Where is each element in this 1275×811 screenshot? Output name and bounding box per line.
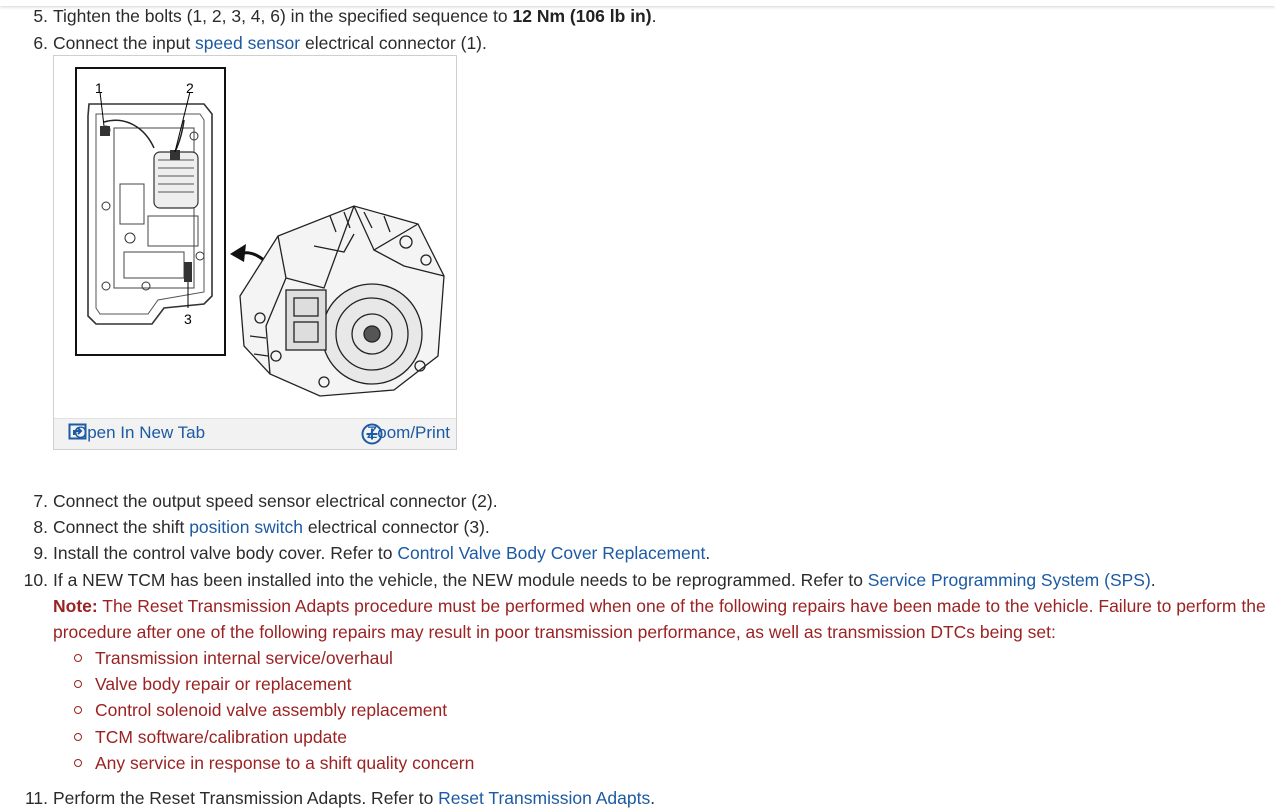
transmission-body <box>239 205 445 397</box>
step-text: Install the control valve body cover. Re… <box>53 543 398 563</box>
illustration-figure: 1 2 3 Open In New Tab Zoom/Print <box>53 55 457 450</box>
step-number: 5. <box>33 6 48 26</box>
step-text: Connect the input <box>53 33 196 53</box>
step-text-end: . <box>650 788 656 808</box>
repair-list: Transmission internal service/overhaul V… <box>72 645 474 776</box>
list-item-text: Valve body repair or replacement <box>95 674 352 695</box>
step-text: Connect the output speed sensor electric… <box>53 491 498 511</box>
torque-spec: 12 Nm (106 lb in) <box>512 6 652 26</box>
list-item-text: TCM software/calibration update <box>95 726 347 747</box>
speed-sensor-link[interactable]: speed sensor <box>195 33 300 53</box>
step-number: 6. <box>33 33 48 53</box>
control-valve-body-cover-link[interactable]: Control Valve Body Cover Replacement <box>397 543 705 563</box>
step-9: 9. Install the control valve body cover. … <box>0 540 710 566</box>
note-text: The Reset Transmission Adapts procedure … <box>53 596 1266 642</box>
transmission-illustration: 1 2 3 <box>75 67 445 397</box>
step-7: 7. Connect the output speed sensor electr… <box>0 488 498 514</box>
callout-3: 3 <box>184 311 192 327</box>
figure-footer: Open In New Tab Zoom/Print <box>54 418 456 449</box>
list-item-text: Transmission internal service/overhaul <box>95 648 393 669</box>
list-item-text: Control solenoid valve assembly replacem… <box>95 700 448 721</box>
step-number: 8. <box>33 517 48 537</box>
reset-transmission-adapts-link[interactable]: Reset Transmission Adapts <box>438 788 650 808</box>
open-in-new-tab-button[interactable]: Open In New Tab <box>68 423 205 443</box>
step-text-end: . <box>705 543 711 563</box>
step-6: 6. Connect the input speed sensor electri… <box>0 30 487 56</box>
callout-1: 1 <box>95 80 103 96</box>
step-8: 8. Connect the shift position switch elec… <box>0 514 490 540</box>
list-item-text: Any service in response to a shift quali… <box>95 752 475 773</box>
step-number: 7. <box>33 491 48 511</box>
bullet-icon <box>74 706 82 715</box>
bullet-icon <box>74 758 82 767</box>
list-item: Valve body repair or replacement <box>72 671 474 697</box>
step-11: 11. Perform the Reset Transmission Adapts… <box>0 785 655 811</box>
open-in-new-tab-label: Open In New Tab <box>74 423 206 442</box>
step-text: Tighten the bolts (1, 2, 3, 4, 6) in the… <box>53 6 513 26</box>
step-number: 9. <box>33 543 48 563</box>
callout-2: 2 <box>186 80 194 96</box>
bullet-icon <box>74 654 82 663</box>
bullet-icon <box>74 680 82 689</box>
bullet-icon <box>74 732 82 741</box>
step-text: If a NEW TCM has been installed into the… <box>53 570 868 590</box>
step-text-end: . <box>651 6 657 26</box>
list-item: Any service in response to a shift quali… <box>72 750 474 776</box>
step-text: Connect the shift <box>53 517 190 537</box>
zoom-print-button[interactable]: Zoom/Print <box>361 423 450 445</box>
step-number: 10. <box>23 570 48 590</box>
note-block: Note: The Reset Transmission Adapts proc… <box>53 593 1275 645</box>
step-5: 5. Tighten the bolts (1, 2, 3, 4, 6) in t… <box>0 3 656 29</box>
step-text-end: . <box>1150 570 1156 590</box>
service-programming-system-link[interactable]: Service Programming System (SPS) <box>868 570 1151 590</box>
list-item: Transmission internal service/overhaul <box>72 645 474 671</box>
step-10: 10. If a NEW TCM has been installed into … <box>0 567 1156 593</box>
step-text-end: electrical connector (3). <box>303 517 490 537</box>
list-item: TCM software/calibration update <box>72 724 474 750</box>
list-item: Control solenoid valve assembly replacem… <box>72 697 474 723</box>
step-text-end: electrical connector (1). <box>300 33 487 53</box>
position-switch-link[interactable]: position switch <box>189 517 303 537</box>
step-text: Perform the Reset Transmission Adapts. R… <box>53 788 439 808</box>
note-label: Note: <box>53 596 98 616</box>
step-number: 11. <box>24 788 48 808</box>
